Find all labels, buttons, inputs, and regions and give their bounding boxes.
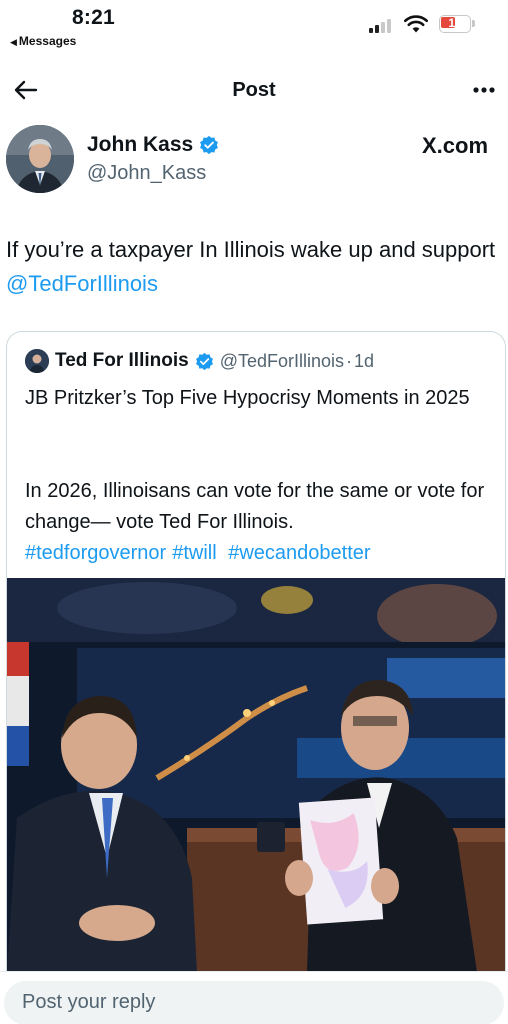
back-app-label: Messages [18, 34, 77, 48]
tweet-mention-link[interactable]: @TedForIllinois [6, 271, 158, 296]
reply-bar: Post your reply [0, 971, 508, 1024]
post-screen: 8:21 ◀ Messages 17 Post John Kass @John_… [0, 0, 508, 1024]
reply-input[interactable]: Post your reply [4, 981, 504, 1024]
hashtag-link[interactable]: #tedforgovernor [25, 542, 166, 564]
top-nav: Post [0, 68, 508, 112]
status-time: 8:21 [72, 6, 115, 29]
cellular-signal-icon [369, 19, 395, 33]
hashtag-link[interactable]: #twill [172, 542, 216, 564]
back-triangle-icon: ◀ [10, 37, 17, 47]
author-handle[interactable]: @John_Kass [87, 162, 206, 185]
reply-placeholder: Post your reply [22, 991, 156, 1013]
quoted-post-hashtags: #tedforgovernor #twill #wecandobetter [25, 538, 377, 569]
verified-badge-icon [195, 352, 213, 370]
quoted-author-avatar[interactable] [25, 349, 49, 373]
status-bar: 8:21 ◀ Messages 17 [0, 0, 508, 56]
quoted-post[interactable]: Ted For Illinois @TedForIllinois · 1d JB… [6, 331, 506, 971]
tweet-text: If you’re a taxpayer In Illinois wake up… [6, 233, 501, 301]
quoted-post-title: JB Pritzker’s Top Five Hypocrisy Moments… [25, 387, 470, 409]
quoted-post-time: 1d [354, 350, 375, 371]
author-name-row[interactable]: John Kass [87, 133, 219, 157]
quoted-author-handle[interactable]: @TedForIllinois [220, 351, 344, 372]
source-label: X.com [422, 133, 489, 158]
battery-level: 17 [448, 16, 462, 30]
more-horizontal-icon[interactable] [468, 76, 500, 104]
author-name: John Kass [87, 133, 194, 156]
quoted-post-header: Ted For Illinois @TedForIllinois · 1d [25, 349, 374, 373]
hashtag-link[interactable]: #wecandobetter [228, 542, 370, 564]
wifi-icon [404, 15, 428, 33]
separator-dot: · [346, 350, 353, 371]
author-avatar[interactable] [6, 125, 74, 193]
back-to-messages[interactable]: ◀ Messages [10, 34, 76, 48]
quoted-author-name[interactable]: Ted For Illinois [55, 350, 189, 372]
tweet-body: If you’re a taxpayer In Illinois wake up… [6, 237, 496, 262]
battery-icon: 17 [439, 15, 475, 33]
video-thumbnail[interactable] [7, 578, 505, 971]
page-title: Post [232, 79, 276, 101]
verified-badge-icon [200, 135, 219, 155]
quoted-post-body: In 2026, Illinoisans can vote for the sa… [25, 480, 485, 533]
